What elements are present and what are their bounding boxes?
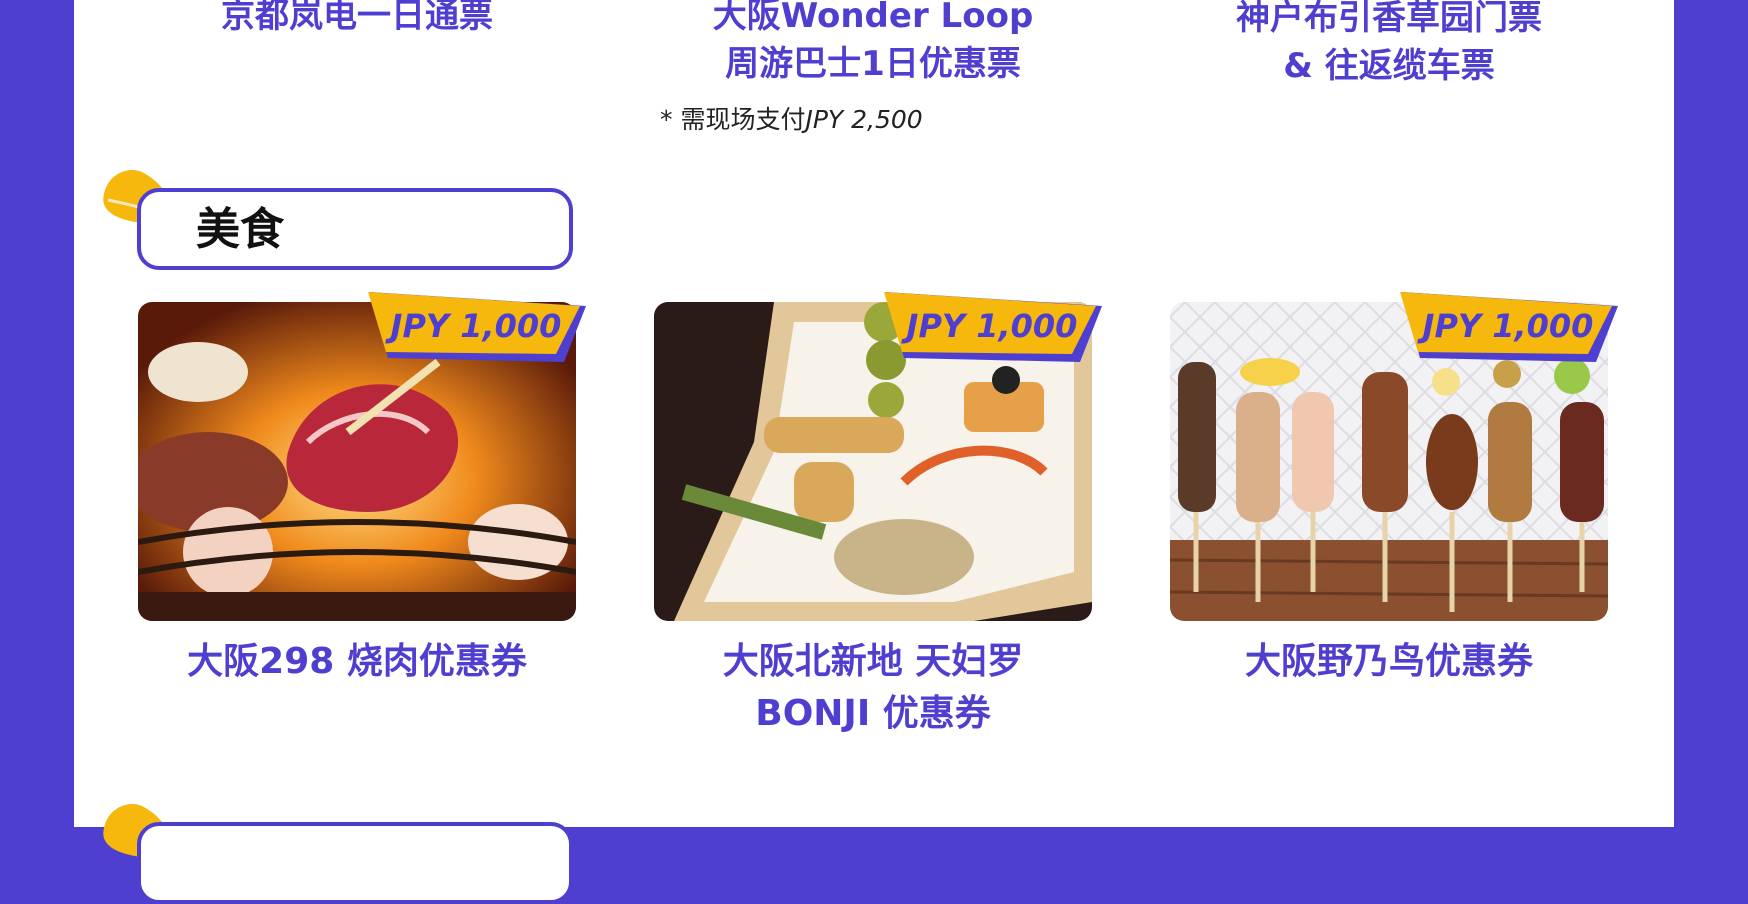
pass-title-line: & 往返缆车票: [1283, 46, 1495, 86]
pass-title-kobe[interactable]: 神户布引香草园门票 & 往返缆车票: [1170, 0, 1608, 90]
food-card-title-line: 大阪野乃鸟优惠券: [1244, 641, 1533, 682]
price-label: JPY 1,000: [906, 307, 1078, 345]
pass-title-line: 大阪Wonder Loop: [712, 0, 1034, 36]
price-label: JPY 1,000: [390, 307, 562, 345]
food-card-title[interactable]: 大阪野乃鸟优惠券: [1170, 636, 1608, 688]
payment-note: * 需现场支付JPY 2,500: [660, 100, 923, 136]
food-card-title[interactable]: 大阪北新地 天妇罗 BONJI 优惠券: [654, 636, 1092, 740]
price-label: JPY 1,000: [1422, 307, 1594, 345]
food-card-title-line: BONJI 优惠券: [755, 693, 991, 734]
pass-title-osaka-loop[interactable]: 大阪Wonder Loop 周游巴士1日优惠票: [654, 0, 1092, 88]
food-card-title-line: 大阪北新地 天妇罗: [722, 641, 1024, 682]
section-title: 美食: [196, 204, 284, 255]
pass-title-kyoto[interactable]: 京都岚电一日通票: [138, 0, 576, 40]
payment-note-amount: JPY 2,500: [805, 105, 923, 134]
food-card-title-line: 大阪298 烧肉优惠券: [187, 641, 527, 682]
pass-title-line: 京都岚电一日通票: [221, 0, 493, 36]
pass-title-line: 周游巴士1日优惠票: [725, 44, 1021, 84]
pass-title-line: 神户布引香草园门票: [1236, 0, 1542, 38]
payment-note-prefix: * 需现场支付: [660, 105, 806, 134]
food-card-title[interactable]: 大阪298 烧肉优惠券: [138, 636, 576, 688]
next-section-header-box: [137, 822, 573, 904]
